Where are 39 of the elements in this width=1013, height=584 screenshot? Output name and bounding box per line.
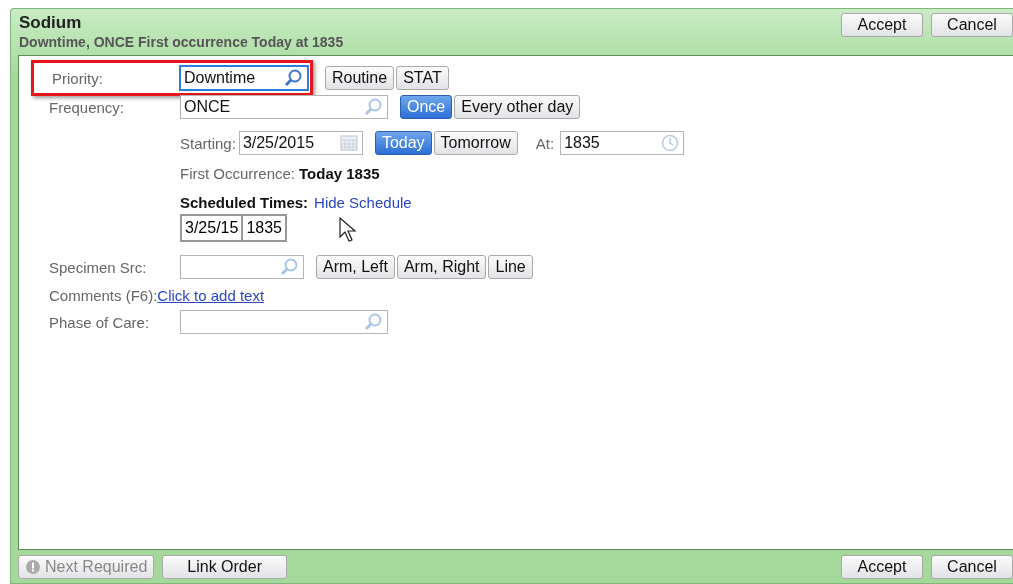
option-button[interactable]: Tomorrow xyxy=(433,131,518,155)
option-button[interactable]: Routine xyxy=(325,66,395,90)
field-label: Specimen Src: xyxy=(49,258,148,276)
field-label: First Occurrence: xyxy=(180,164,296,182)
option-button[interactable]: Arm, Right xyxy=(396,255,487,279)
field-label: At: xyxy=(535,134,555,152)
option-button[interactable]: STAT xyxy=(396,66,449,90)
table-cell-text: 1835 xyxy=(245,218,283,238)
lookup-field[interactable] xyxy=(180,255,304,279)
field-label: Frequency: xyxy=(49,98,126,116)
option-button[interactable]: Arm, Left xyxy=(316,255,395,279)
clock-icon[interactable] xyxy=(661,134,680,152)
calendar-icon[interactable] xyxy=(339,135,358,151)
field-label: Priority: xyxy=(52,69,104,87)
lookup-field[interactable]: ONCE xyxy=(180,95,388,119)
date-field[interactable]: 3/25/2015 xyxy=(238,131,363,155)
dialog-button[interactable]: Cancel xyxy=(931,13,1013,37)
time-field[interactable]: 1835 xyxy=(560,131,685,155)
option-button[interactable]: Line xyxy=(488,255,533,279)
dialog-button[interactable]: Cancel xyxy=(931,554,1013,579)
field-label: Phase of Care: xyxy=(49,313,151,331)
table-cell: 3/25/15 xyxy=(182,216,244,240)
order-summary: Downtime, ONCE First occurrence Today at 1835 xyxy=(19,33,344,51)
mouse-pointer-icon xyxy=(339,217,359,243)
lookup-field[interactable]: Downtime xyxy=(180,66,308,90)
add-text-link[interactable]: Click to add text xyxy=(157,286,265,304)
link-order-button[interactable]: Link Order xyxy=(162,554,287,579)
window-title: Sodium xyxy=(19,13,83,33)
dialog-button[interactable]: Accept xyxy=(841,13,923,37)
field-label: Comments (F6): xyxy=(49,286,158,304)
field-label: Starting: xyxy=(180,134,236,152)
search-icon[interactable] xyxy=(283,68,303,88)
hide-schedule-link[interactable]: Hide Schedule xyxy=(314,193,412,211)
first-occurrence-value: Today 1835 xyxy=(299,164,380,182)
dialog-button[interactable]: Accept xyxy=(841,554,923,579)
info-icon xyxy=(25,558,41,575)
lookup-field[interactable] xyxy=(180,310,388,334)
field-label: Scheduled Times: xyxy=(180,193,309,211)
option-button[interactable]: Every other day xyxy=(454,95,581,119)
